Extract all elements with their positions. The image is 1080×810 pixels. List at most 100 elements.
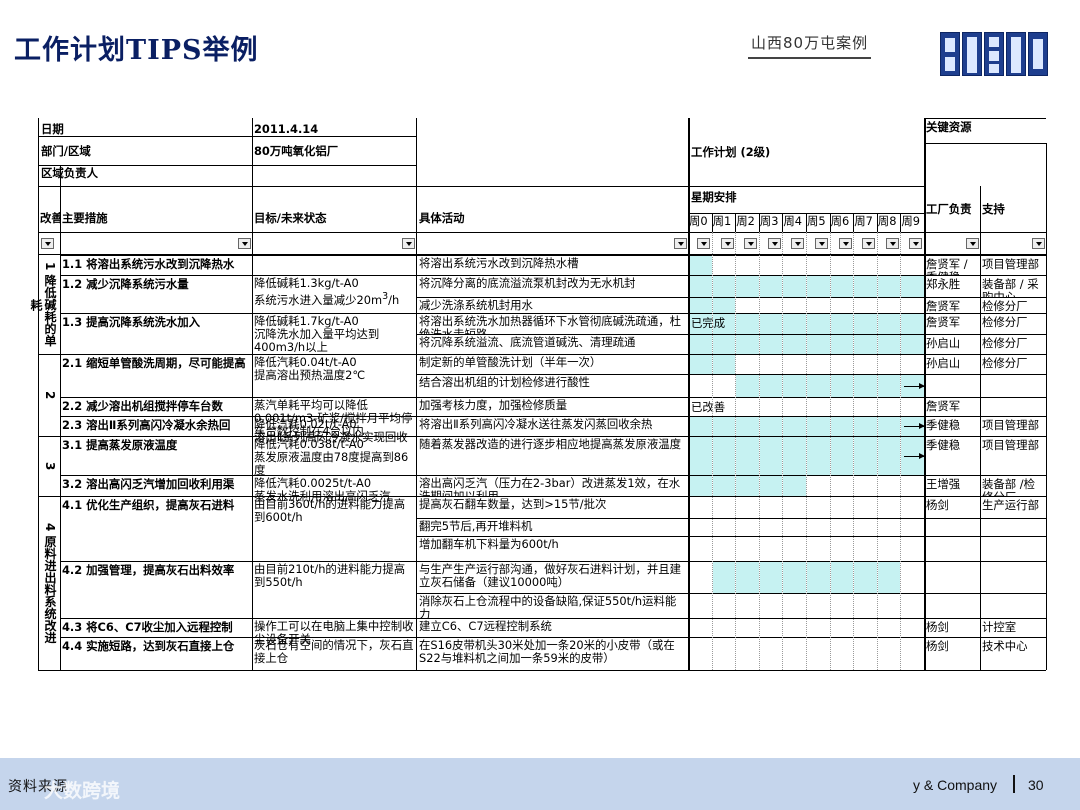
gantt-fill bbox=[759, 476, 783, 496]
target-cell: 由目前360t/h的进料能力提高到600t/h bbox=[254, 498, 406, 524]
gantt-fill bbox=[759, 437, 783, 475]
activity-cell: 将沉降系统溢流、底流管道碱洗、清理疏通 bbox=[419, 336, 636, 349]
row-line bbox=[416, 637, 1046, 638]
target-label: 目标/未来状态 bbox=[254, 212, 327, 225]
week-filter-dropdown[interactable] bbox=[744, 238, 758, 249]
filter-dropdown-button[interactable] bbox=[238, 238, 251, 249]
gantt-fill bbox=[877, 314, 901, 334]
timeline-arrow bbox=[904, 383, 925, 389]
measure-line bbox=[60, 436, 416, 437]
week-filter-dropdown[interactable] bbox=[885, 238, 899, 249]
week-filter-dropdown[interactable] bbox=[909, 238, 923, 249]
filter-dropdown-button[interactable] bbox=[966, 238, 979, 249]
gantt-fill bbox=[807, 417, 830, 436]
week-filter-dropdown[interactable] bbox=[697, 238, 710, 249]
gantt-fill bbox=[807, 437, 830, 475]
gantt-fill bbox=[689, 437, 712, 475]
section-label-1: 1 降低碱耗的单耗 bbox=[29, 262, 57, 347]
row-line bbox=[416, 275, 1046, 276]
measure-cell: 1.3 提高沉降系统洗水加入 bbox=[62, 316, 201, 329]
week-gridline bbox=[876, 232, 878, 670]
week-divider bbox=[735, 213, 737, 232]
week-3: 周3 bbox=[759, 215, 779, 228]
factory-owner-cell: 詹贤军 bbox=[926, 316, 961, 329]
gantt-fill bbox=[712, 276, 736, 297]
activity-cell: 将沉降分离的底流溢流泵机封改为无水机封 bbox=[419, 277, 636, 290]
dept-label: 部门/区域 bbox=[41, 145, 91, 158]
improve-label: 改善 bbox=[40, 212, 60, 225]
week-filter-dropdown[interactable] bbox=[838, 238, 852, 249]
measure-cell: 3.2 溶出高闪乏汽增加回收利用渠 bbox=[62, 478, 235, 491]
gantt-fill bbox=[854, 335, 877, 354]
gantt-fill bbox=[689, 476, 712, 496]
factory-label: 工厂负责 bbox=[926, 203, 972, 216]
week-divider bbox=[876, 213, 878, 232]
measure-line bbox=[60, 397, 416, 398]
week-filter-dropdown[interactable] bbox=[720, 238, 734, 249]
week-1: 周1 bbox=[712, 215, 732, 228]
target-cell: 由目前210t/h的进料能力提高到550t/h bbox=[254, 563, 406, 589]
gantt-fill bbox=[712, 298, 736, 313]
date-label: 日期 bbox=[41, 123, 64, 136]
measure-cell: 3.1 提高蒸发原液温度 bbox=[62, 439, 178, 452]
week-divider bbox=[711, 213, 713, 232]
support-cell: 生产运行部 bbox=[982, 499, 1039, 512]
grid-line bbox=[38, 136, 416, 137]
row-line bbox=[416, 618, 1046, 619]
activity-cell: 建立C6、C7远程控制系统 bbox=[419, 620, 552, 633]
section-label-3: 3 bbox=[43, 461, 57, 471]
week-filter-dropdown[interactable] bbox=[767, 238, 781, 249]
gantt-fill bbox=[854, 314, 877, 334]
week-gridline bbox=[735, 232, 737, 670]
gantt-fill bbox=[712, 437, 736, 475]
week-gridline bbox=[758, 232, 760, 670]
week-filter-dropdown[interactable] bbox=[815, 238, 828, 249]
footer-band: 资料来源 大数跨境 y & Company 30 bbox=[0, 758, 1080, 810]
factory-owner-cell: 季健稳 bbox=[926, 439, 961, 452]
gantt-fill bbox=[736, 562, 759, 593]
week-filter-dropdown[interactable] bbox=[791, 238, 805, 249]
activity-cell: 减少洗涤系统机封用水 bbox=[419, 299, 533, 312]
gantt-fill bbox=[736, 437, 759, 475]
gantt-fill bbox=[877, 335, 901, 354]
grid-line bbox=[60, 165, 61, 670]
measure-cell: 4.4 实施短路，达到灰石直接上仓 bbox=[62, 640, 235, 653]
measure-cell: 1.2 减少沉降系统污水量 bbox=[62, 278, 189, 291]
measure-cell: 1.1 将溶出系统污水改到沉降热水 bbox=[62, 258, 235, 271]
filter-dropdown-button[interactable] bbox=[402, 238, 415, 249]
factory-owner-cell: 詹贤军 / 季健稳 bbox=[926, 258, 968, 276]
gantt-fill bbox=[854, 562, 877, 593]
week-divider bbox=[758, 213, 760, 232]
gantt-fill bbox=[712, 417, 736, 436]
filter-dropdown-button[interactable] bbox=[1032, 238, 1045, 249]
week-0: 周0 bbox=[689, 215, 708, 228]
section-label-4: 4 原料进出料系统改进 bbox=[43, 522, 57, 644]
row-line bbox=[416, 561, 1046, 562]
row-line bbox=[416, 475, 1046, 476]
watermark: 大数跨境 bbox=[44, 780, 121, 802]
company-logo bbox=[940, 32, 1048, 78]
grid-border bbox=[1046, 143, 1047, 670]
gantt-fill bbox=[783, 562, 806, 593]
activity-label: 具体活动 bbox=[419, 212, 465, 225]
week-filter-dropdown[interactable] bbox=[862, 238, 876, 249]
filter-dropdown-button[interactable] bbox=[674, 238, 687, 249]
gantt-fill bbox=[877, 562, 901, 593]
measure-cell: 4.1 优化生产组织，提高灰石进料 bbox=[62, 499, 235, 512]
activity-cell: 制定新的单管酸洗计划（半年一次） bbox=[419, 356, 602, 369]
section-label-2: 2 bbox=[43, 390, 57, 400]
measure-cell: 4.2 加强管理，提高灰石出料效率 bbox=[62, 564, 235, 577]
activity-cell: 在S16皮带机头30米处加一条20米的小皮带（或在S22与堆料机之间加一条59米… bbox=[419, 639, 675, 665]
grid-line bbox=[252, 118, 253, 670]
support-cell: 技术中心 bbox=[982, 640, 1028, 653]
gantt-fill bbox=[712, 476, 736, 496]
resources-label: 关键资源 bbox=[926, 121, 972, 134]
measure-line bbox=[60, 255, 416, 256]
row-line bbox=[416, 374, 1046, 375]
filter-dropdown-button[interactable] bbox=[41, 238, 54, 249]
gantt-fill bbox=[783, 476, 806, 496]
support-cell: 检修分厂 bbox=[982, 357, 1028, 370]
gantt-fill bbox=[783, 335, 806, 354]
gantt-fill bbox=[854, 375, 877, 397]
factory-owner-cell: 季健稳 bbox=[926, 419, 961, 432]
